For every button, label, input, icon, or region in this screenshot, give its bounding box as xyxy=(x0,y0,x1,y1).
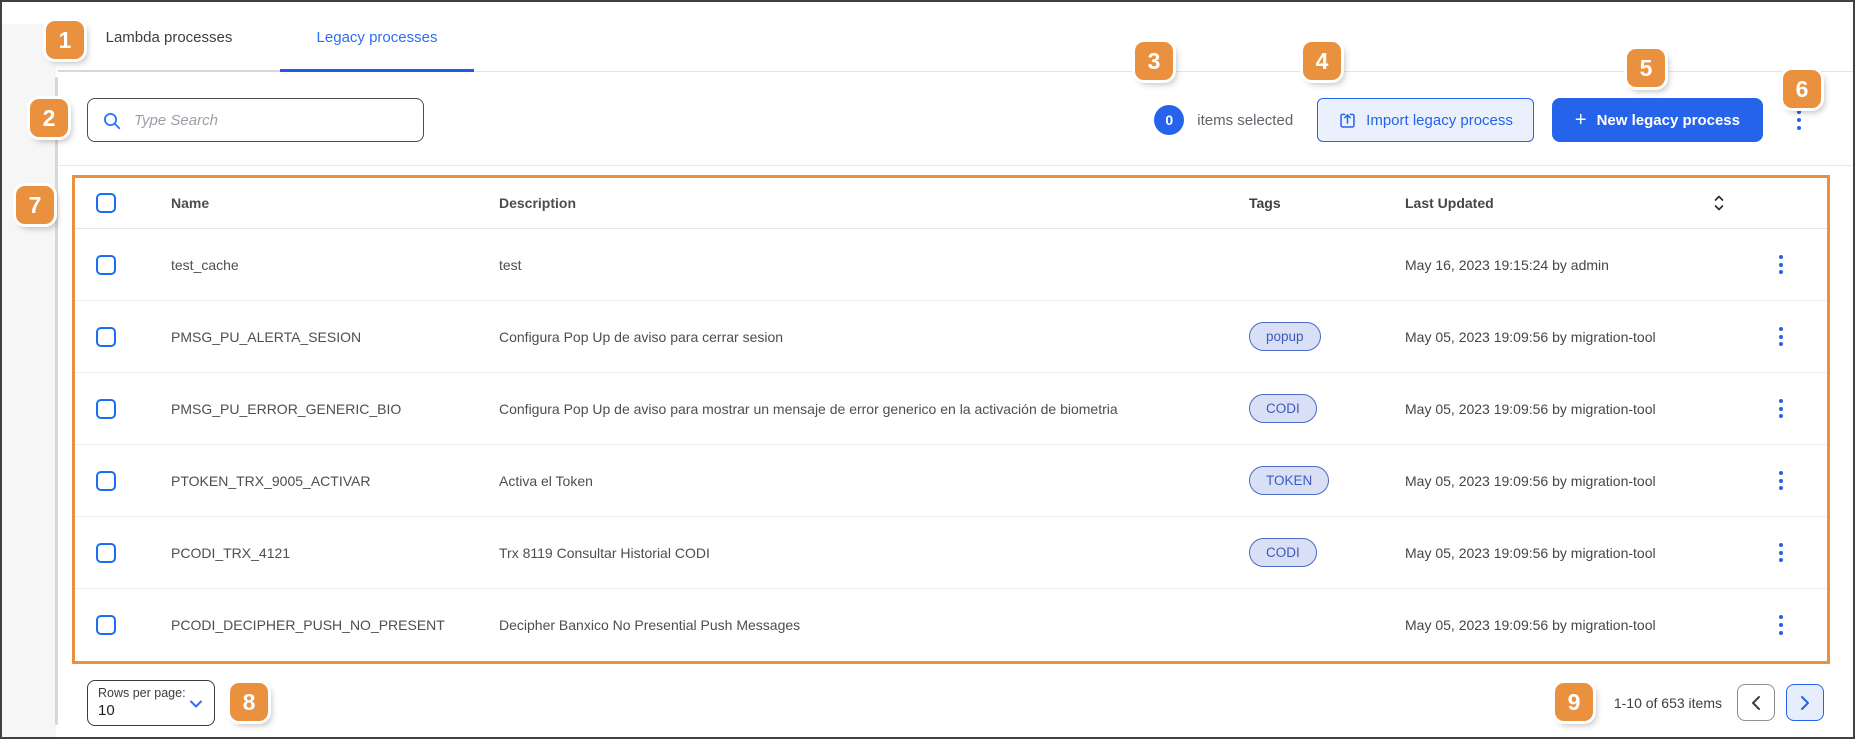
import-button-label: Import legacy process xyxy=(1366,112,1513,129)
row-checkbox[interactable] xyxy=(96,471,116,491)
row-checkbox[interactable] xyxy=(96,543,116,563)
annotation-badge-8: 8 xyxy=(230,683,268,721)
table-row[interactable]: PCODI_TRX_4121 Trx 8119 Consultar Histor… xyxy=(75,517,1827,589)
annotation-badge-6: 6 xyxy=(1783,70,1821,108)
search-icon xyxy=(102,111,122,131)
row-last-updated: May 16, 2023 19:15:24 by admin xyxy=(1405,257,1609,273)
previous-page-button[interactable] xyxy=(1737,684,1775,721)
sort-icon[interactable] xyxy=(1713,194,1725,212)
section-divider xyxy=(58,165,1853,166)
header-last-updated[interactable]: Last Updated xyxy=(1405,194,1735,212)
rows-per-page-label: Rows per page: xyxy=(98,686,204,700)
annotation-badge-2: 2 xyxy=(30,99,68,137)
row-kebab-menu-icon[interactable] xyxy=(1772,469,1790,492)
annotation-badge-5: 5 xyxy=(1627,49,1665,87)
search-input[interactable] xyxy=(134,100,415,140)
row-name: PCODI_TRX_4121 xyxy=(171,545,499,561)
row-description: Activa el Token xyxy=(499,473,1249,489)
chevron-down-icon xyxy=(189,699,203,709)
row-name: PCODI_DECIPHER_PUSH_NO_PRESENT xyxy=(171,617,499,633)
row-kebab-menu-icon[interactable] xyxy=(1772,397,1790,420)
table-row[interactable]: PCODI_DECIPHER_PUSH_NO_PRESENT Decipher … xyxy=(75,589,1827,661)
table-row[interactable]: PMSG_PU_ALERTA_SESION Configura Pop Up d… xyxy=(75,301,1827,373)
process-table: Name Description Tags Last Updated test_… xyxy=(72,175,1830,664)
left-divider xyxy=(55,77,58,725)
next-page-button[interactable] xyxy=(1786,684,1824,721)
header-description[interactable]: Description xyxy=(499,195,1249,211)
row-checkbox[interactable] xyxy=(96,615,116,635)
row-description: Configura Pop Up de aviso para cerrar se… xyxy=(499,329,1249,345)
row-last-updated: May 05, 2023 19:09:56 by migration-tool xyxy=(1405,473,1656,489)
row-last-updated: May 05, 2023 19:09:56 by migration-tool xyxy=(1405,545,1656,561)
tag-pill: CODI xyxy=(1249,394,1317,423)
row-last-updated: May 05, 2023 19:09:56 by migration-tool xyxy=(1405,401,1656,417)
annotation-badge-7: 7 xyxy=(16,186,54,224)
pagination: 1-10 of 653 items xyxy=(1614,684,1824,721)
row-description: test xyxy=(499,257,1249,273)
row-description: Configura Pop Up de aviso para mostrar u… xyxy=(499,401,1249,417)
table-body: test_cache test May 16, 2023 19:15:24 by… xyxy=(75,229,1827,661)
annotation-badge-1: 1 xyxy=(46,21,84,59)
annotation-badge-3: 3 xyxy=(1135,42,1173,80)
toolbar: 0 items selected Import legacy process +… xyxy=(58,72,1853,165)
tab-lambda-label: Lambda processes xyxy=(106,29,233,46)
row-description: Decipher Banxico No Presential Push Mess… xyxy=(499,617,1249,633)
table-header-row: Name Description Tags Last Updated xyxy=(75,178,1827,229)
row-kebab-menu-icon[interactable] xyxy=(1772,614,1790,637)
row-kebab-menu-icon[interactable] xyxy=(1772,541,1790,564)
new-legacy-process-button[interactable]: + New legacy process xyxy=(1552,98,1763,142)
rows-per-page-select[interactable]: Rows per page: 10 xyxy=(87,680,215,726)
table-row[interactable]: PMSG_PU_ERROR_GENERIC_BIO Configura Pop … xyxy=(75,373,1827,445)
chevron-right-icon xyxy=(1800,695,1810,711)
tag-pill: popup xyxy=(1249,322,1321,351)
chevron-left-icon xyxy=(1751,695,1761,711)
row-last-updated: May 05, 2023 19:09:56 by migration-tool xyxy=(1405,329,1656,345)
row-name: PMSG_PU_ALERTA_SESION xyxy=(171,329,499,345)
row-checkbox[interactable] xyxy=(96,399,116,419)
search-box xyxy=(87,98,424,142)
row-last-updated: May 05, 2023 19:09:56 by migration-tool xyxy=(1405,617,1656,633)
tag-pill: TOKEN xyxy=(1249,466,1329,495)
row-name: PTOKEN_TRX_9005_ACTIVAR xyxy=(171,473,499,489)
table-row[interactable]: test_cache test May 16, 2023 19:15:24 by… xyxy=(75,229,1827,301)
header-name[interactable]: Name xyxy=(171,195,499,211)
header-tags[interactable]: Tags xyxy=(1249,195,1405,211)
annotation-badge-9: 9 xyxy=(1555,683,1593,721)
row-name: test_cache xyxy=(171,257,499,273)
row-kebab-menu-icon[interactable] xyxy=(1772,253,1790,276)
selected-count-label: items selected xyxy=(1197,112,1293,129)
row-kebab-menu-icon[interactable] xyxy=(1772,325,1790,348)
row-checkbox[interactable] xyxy=(96,255,116,275)
toolbar-kebab-menu-icon[interactable] xyxy=(1790,109,1808,132)
selected-count-badge: 0 xyxy=(1154,105,1184,135)
tab-bar: Lambda processes Legacy processes xyxy=(58,2,1853,72)
plus-icon: + xyxy=(1575,110,1587,130)
tab-lambda-processes[interactable]: Lambda processes xyxy=(58,2,280,72)
upload-icon xyxy=(1338,111,1357,130)
tab-legacy-processes[interactable]: Legacy processes xyxy=(280,2,474,72)
row-checkbox[interactable] xyxy=(96,327,116,347)
header-last-updated-label: Last Updated xyxy=(1405,195,1494,211)
row-description: Trx 8119 Consultar Historial CODI xyxy=(499,545,1249,561)
new-button-label: New legacy process xyxy=(1597,112,1740,129)
select-all-checkbox[interactable] xyxy=(96,193,116,213)
tab-legacy-label: Legacy processes xyxy=(317,29,438,46)
toolbar-actions: 0 items selected Import legacy process +… xyxy=(1154,98,1808,142)
row-name: PMSG_PU_ERROR_GENERIC_BIO xyxy=(171,401,499,417)
table-row[interactable]: PTOKEN_TRX_9005_ACTIVAR Activa el Token … xyxy=(75,445,1827,517)
tag-pill: CODI xyxy=(1249,538,1317,567)
app: Lambda processes Legacy processes 0 item… xyxy=(0,0,1855,739)
pagination-range-label: 1-10 of 653 items xyxy=(1614,695,1722,711)
annotation-badge-4: 4 xyxy=(1303,42,1341,80)
import-legacy-process-button[interactable]: Import legacy process xyxy=(1317,98,1534,142)
